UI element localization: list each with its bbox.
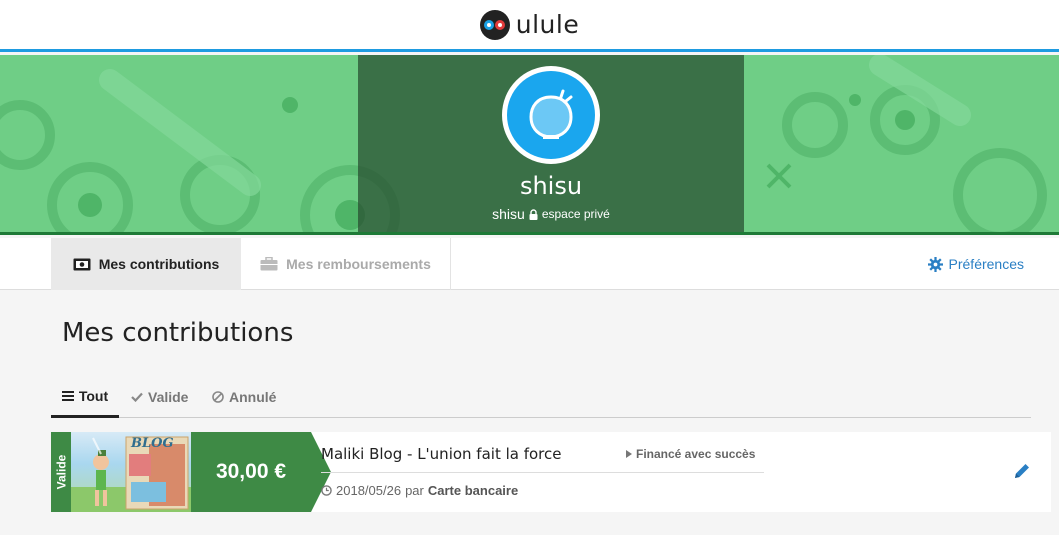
project-status: Financé avec succès <box>626 447 755 461</box>
filter-cancelled[interactable]: Annulé <box>212 376 276 418</box>
privacy-label: espace privé <box>541 207 610 221</box>
filter-valid[interactable]: Valide <box>131 376 188 418</box>
project-thumbnail[interactable]: BLOG <box>71 432 191 512</box>
bubble-avatar-icon <box>529 89 573 139</box>
by-label: par <box>405 483 424 498</box>
top-bar: ulule <box>0 0 1059 52</box>
preferences-label: Préférences <box>948 256 1024 272</box>
filter-label: Valide <box>148 389 189 405</box>
preferences-link[interactable]: Préférences <box>927 238 1024 290</box>
clock-icon <box>321 485 332 496</box>
profile-handle: shisu <box>492 206 525 222</box>
filter-label: Tout <box>78 387 109 404</box>
profile-tabs: Mes contributions Mes remboursements Pré… <box>0 238 1059 290</box>
contribution-card[interactable]: Valide BLOG 30,00 € Maliki Blog - L'unio… <box>51 432 1051 512</box>
divider <box>321 472 764 473</box>
tab-my-refunds[interactable]: Mes remboursements <box>241 238 451 290</box>
ulule-logo[interactable]: ulule <box>479 9 580 40</box>
contribution-amount: 30,00 € <box>191 432 311 512</box>
tab-label: Mes contributions <box>98 256 220 272</box>
owl-logo-icon <box>479 9 510 40</box>
gear-icon <box>927 256 943 272</box>
contribution-meta: 2018/05/26 par Carte bancaire <box>321 483 518 498</box>
avatar[interactable] <box>502 66 600 164</box>
privacy-line: shisu espace privé <box>492 206 610 222</box>
profile-username: shisu <box>519 172 583 200</box>
list-icon <box>61 390 74 401</box>
pencil-icon <box>1015 464 1029 478</box>
edit-contribution-button[interactable] <box>1013 462 1031 485</box>
filter-all[interactable]: Tout <box>51 376 119 418</box>
profile-banner: shisu shisu espace privé <box>0 55 1059 235</box>
briefcase-icon <box>260 257 278 271</box>
status-strip: Valide <box>51 432 71 512</box>
logo-text: ulule <box>515 10 580 39</box>
check-icon <box>131 392 143 402</box>
caret-right-icon <box>626 450 632 458</box>
contribution-filters: Tout Valide Annulé <box>51 376 1031 418</box>
thumb-text: BLOG <box>131 436 174 451</box>
project-title-link[interactable]: Maliki Blog - L'union fait la force <box>321 445 562 463</box>
ban-icon <box>212 391 224 403</box>
money-icon <box>73 258 91 270</box>
profile-panel: shisu shisu espace privé <box>358 55 744 232</box>
payment-method: Carte bancaire <box>427 483 519 498</box>
tab-label: Mes remboursements <box>286 256 431 272</box>
status-label: Valide <box>54 454 68 490</box>
project-status-label: Financé avec succès <box>636 447 756 461</box>
tab-my-contributions[interactable]: Mes contributions <box>51 238 241 290</box>
lock-icon <box>529 208 538 220</box>
contribution-date: 2018/05/26 <box>336 483 402 498</box>
page-title: Mes contributions <box>62 318 294 348</box>
filter-label: Annulé <box>229 389 277 405</box>
